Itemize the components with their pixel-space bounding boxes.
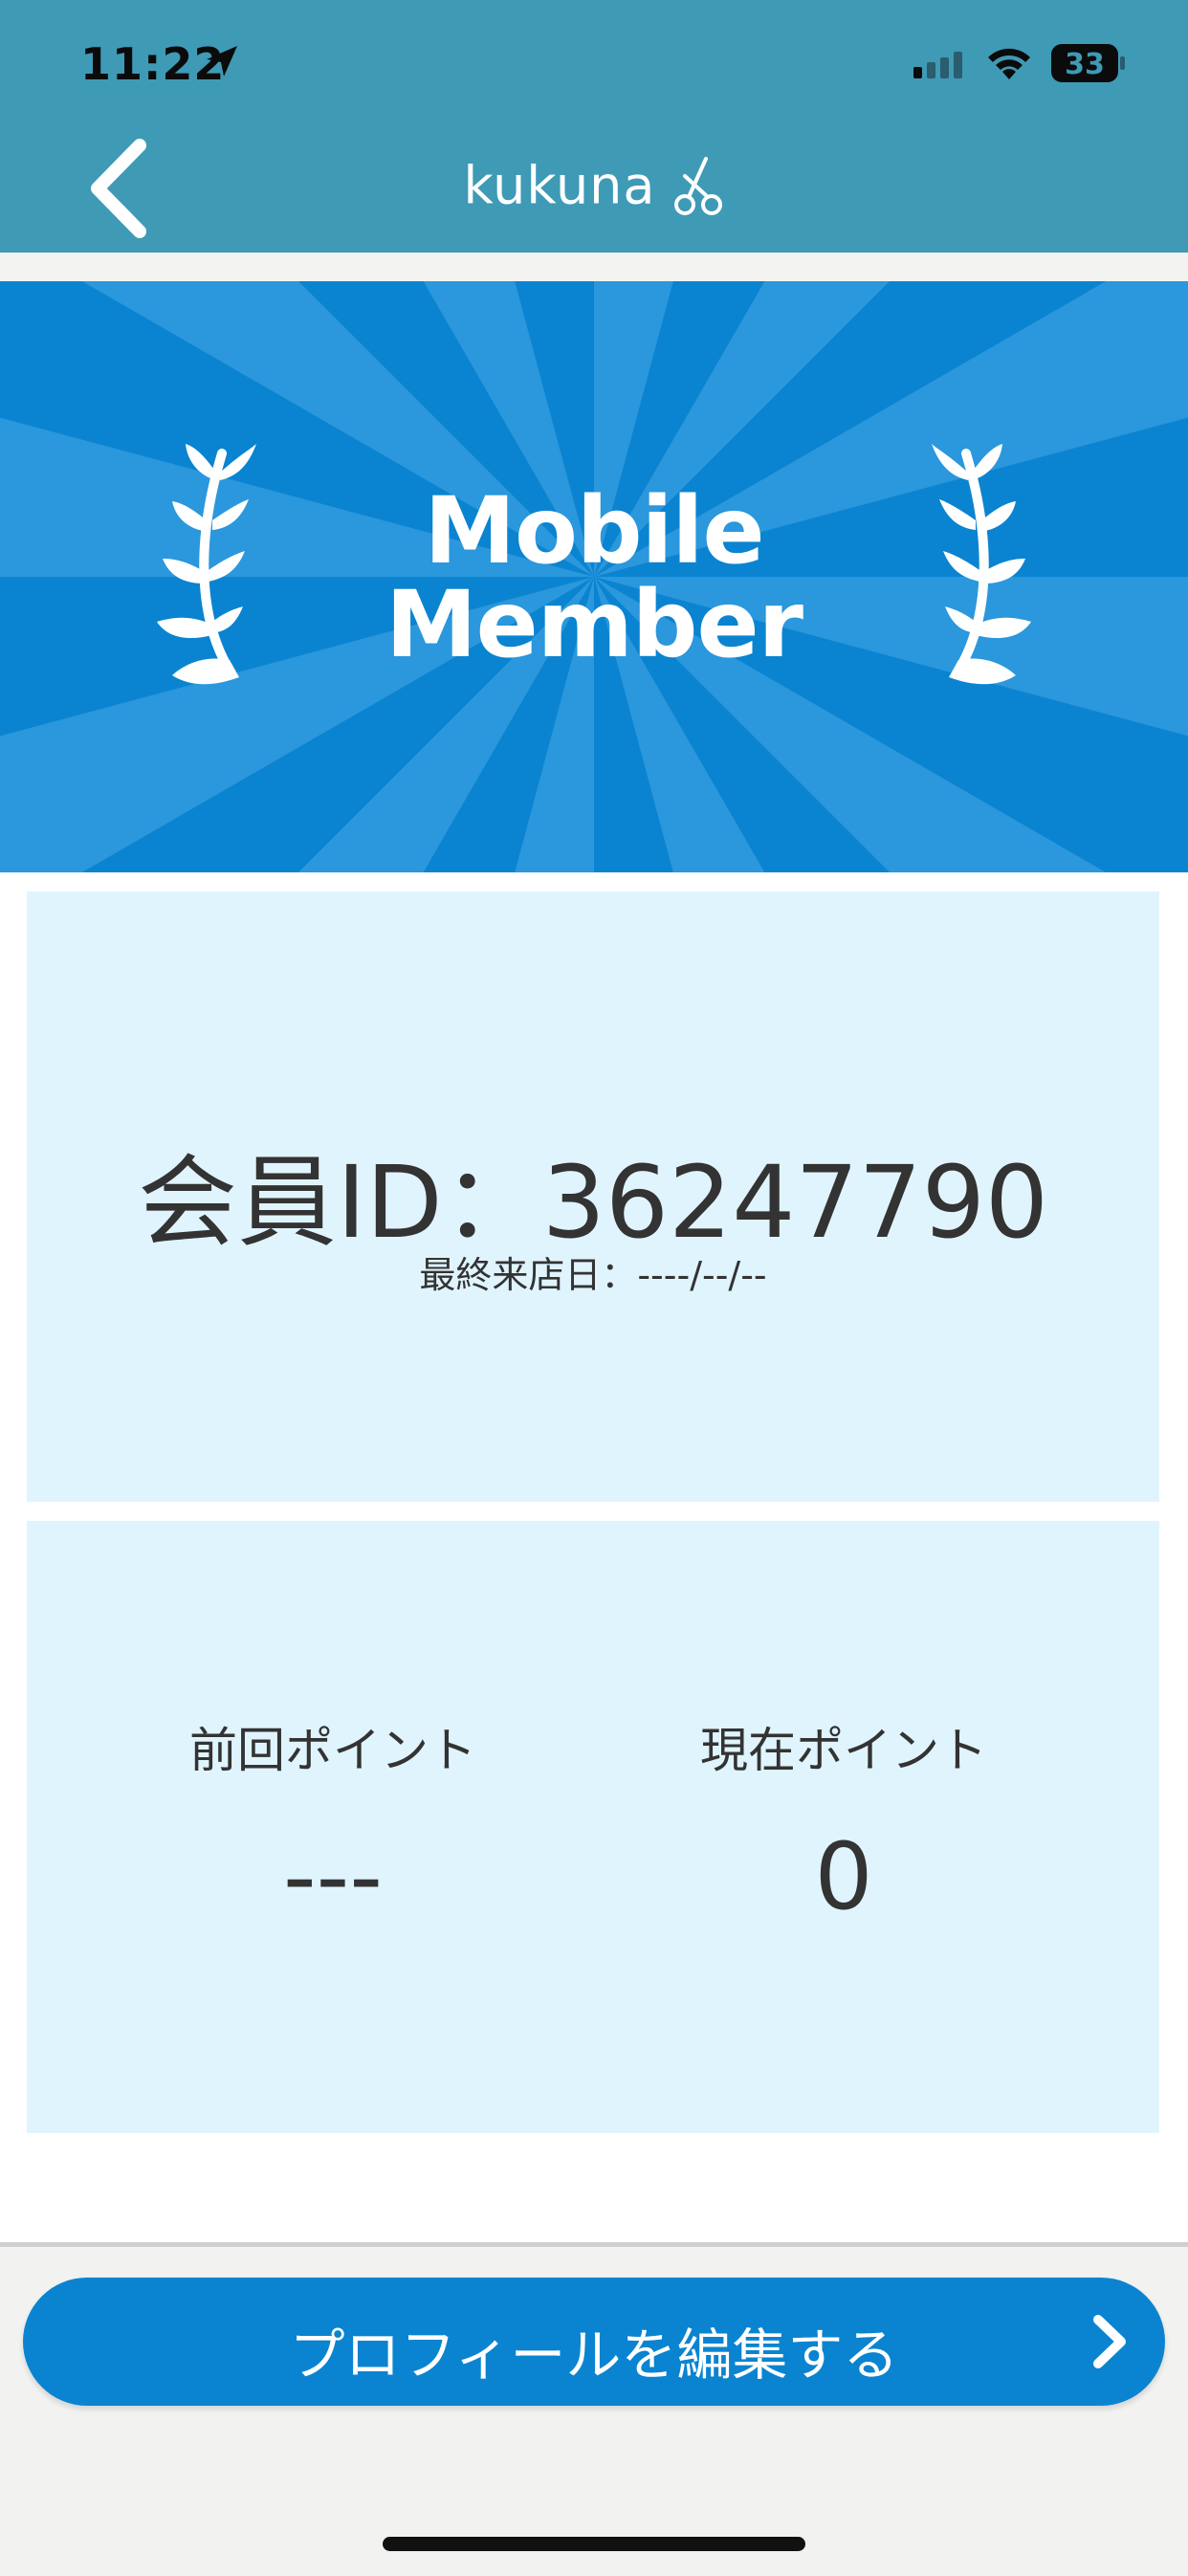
- banner-title-line2: Member: [385, 571, 803, 678]
- previous-points: 前回ポイント ---: [65, 1712, 601, 1930]
- current-points-value: 0: [814, 1823, 873, 1930]
- battery-icon: 33: [1050, 42, 1127, 88]
- chevron-right-icon: [1093, 2315, 1126, 2368]
- wifi-icon: [988, 48, 1030, 79]
- edit-profile-button[interactable]: プロフィールを編集する: [23, 2278, 1165, 2406]
- location-arrow-icon: [207, 46, 237, 77]
- banner-title: Mobile Member: [0, 484, 1188, 672]
- cellular-signal-icon: [913, 52, 962, 78]
- member-id: 会員ID：36247790: [137, 1144, 1049, 1261]
- member-banner: Mobile Member: [0, 281, 1188, 872]
- navigation-bar: kukuna: [0, 134, 1188, 253]
- scissors-icon: [673, 157, 722, 215]
- header-gap: [0, 253, 1188, 281]
- points-card: 前回ポイント --- 現在ポイント 0: [27, 1521, 1159, 2133]
- previous-points-label: 前回ポイント: [189, 1723, 476, 1778]
- home-indicator: [383, 2537, 805, 2551]
- banner-title-line1: Mobile: [424, 477, 764, 584]
- edit-profile-label: プロフィールを編集する: [289, 2323, 899, 2388]
- current-points-label: 現在ポイント: [700, 1723, 987, 1778]
- member-id-card: 会員ID：36247790 最終来店日：----/--/--: [27, 892, 1159, 1502]
- bottom-action-area: プロフィールを編集する: [0, 2242, 1188, 2576]
- last-visit-date: 最終来店日：----/--/--: [419, 1254, 767, 1296]
- app-brand: kukuna: [0, 155, 1188, 224]
- current-points: 現在ポイント 0: [576, 1712, 1111, 1930]
- brand-name: kukuna: [463, 155, 656, 216]
- status-bar: 11:22 33: [0, 0, 1188, 134]
- previous-points-value: ---: [283, 1823, 383, 1930]
- battery-level: 33: [1065, 48, 1105, 81]
